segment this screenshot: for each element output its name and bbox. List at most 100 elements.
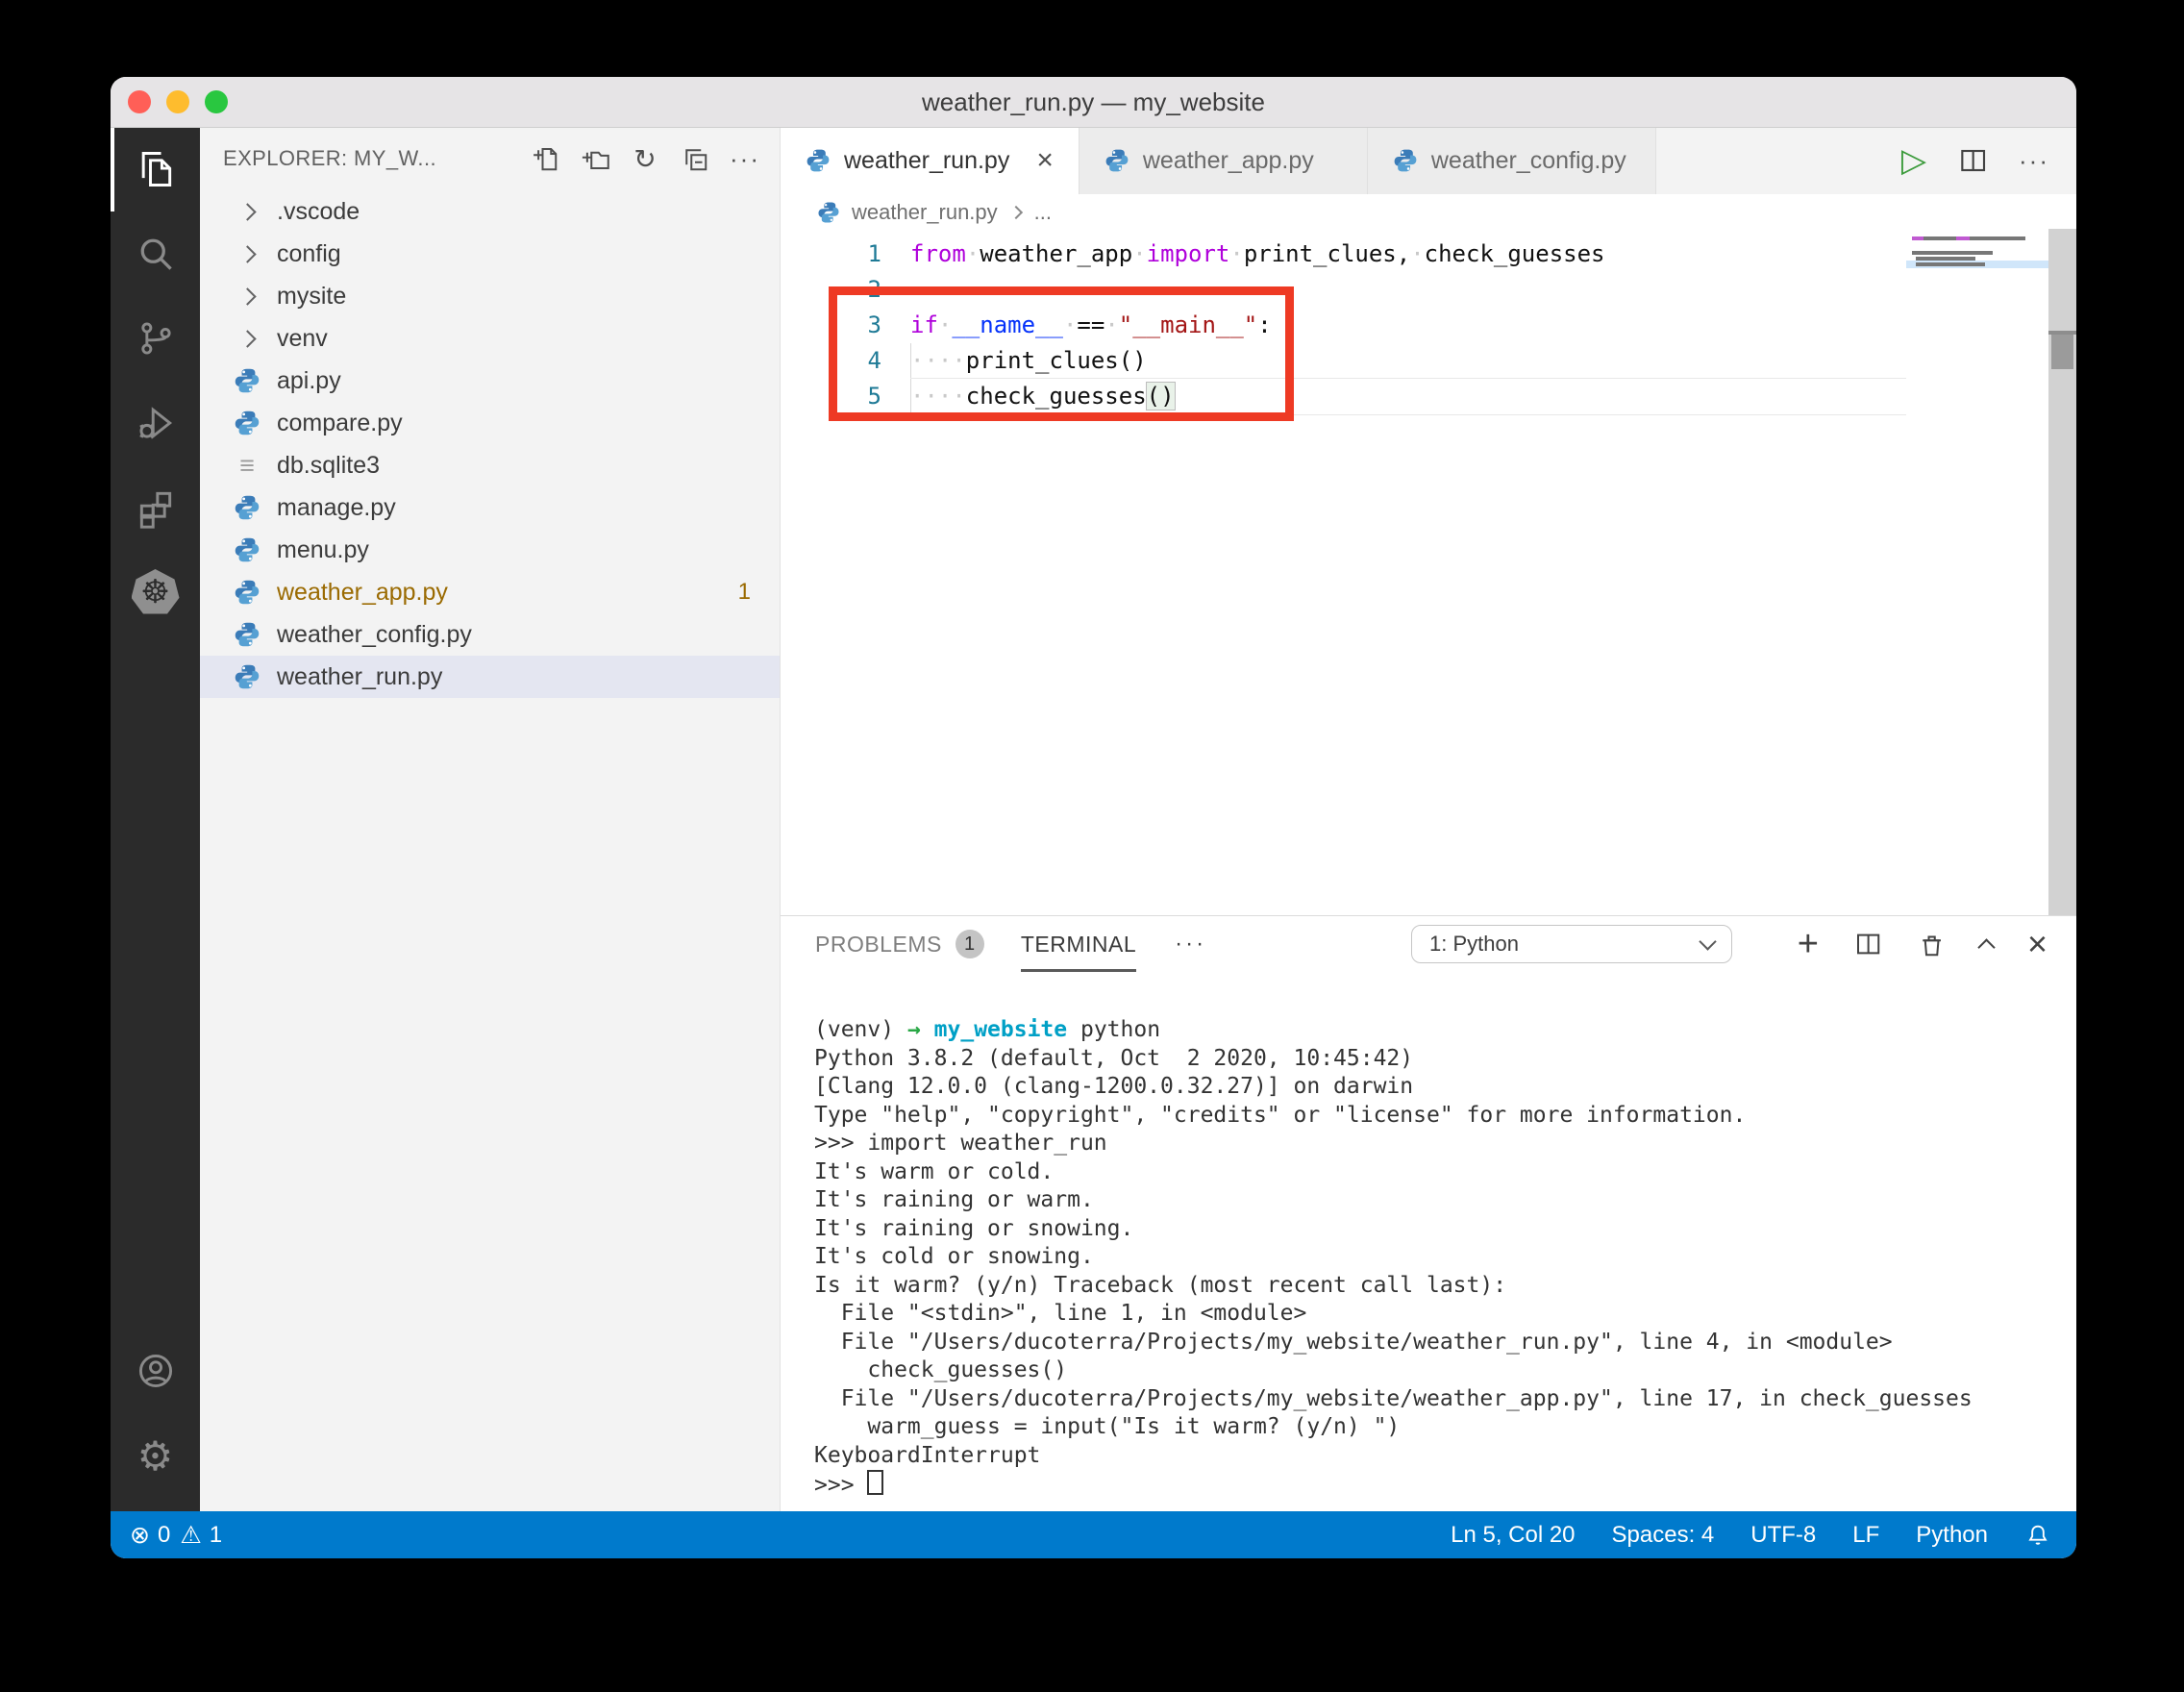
status-item[interactable]: Python: [1916, 1522, 1988, 1549]
more-actions-icon[interactable]: ···: [730, 143, 760, 174]
panel-tab-terminal[interactable]: TERMINAL: [1021, 916, 1136, 972]
file-row-api.py[interactable]: api.py: [200, 360, 780, 402]
new-terminal-icon[interactable]: +: [1798, 926, 1819, 962]
file-row-venv[interactable]: venv: [200, 317, 780, 360]
activity-extensions[interactable]: [111, 465, 200, 550]
terminal-line: Is it warm? (y/n) Traceback (most recent…: [814, 1272, 1507, 1298]
activity-explorer[interactable]: [111, 127, 200, 212]
close-tab-icon[interactable]: ×: [1036, 144, 1054, 177]
status-item[interactable]: Spaces: 4: [1612, 1522, 1715, 1549]
terminal-output[interactable]: (venv) → my_website python Python 3.8.2 (…: [814, 1016, 1973, 1501]
collapse-all-icon[interactable]: [680, 143, 710, 174]
breadcrumb-more[interactable]: ...: [1034, 200, 1052, 225]
status-item[interactable]: UTF-8: [1750, 1522, 1816, 1549]
terminal-line: It's cold or snowing.: [814, 1244, 1094, 1269]
account-icon[interactable]: [111, 1329, 200, 1413]
debug-icon: [135, 402, 177, 444]
refresh-icon[interactable]: ↻: [630, 143, 660, 174]
file-label: api.py: [277, 366, 341, 394]
panel-actions: + ×: [1798, 916, 2048, 972]
close-panel-icon[interactable]: ×: [2027, 927, 2048, 961]
problems-count-badge: 1: [955, 930, 984, 958]
tab-label: weather_config.py: [1430, 146, 1626, 174]
python-file-icon: [1393, 148, 1418, 173]
extensions-icon: [135, 486, 177, 529]
file-row-weather_config.py[interactable]: weather_config.py: [200, 613, 780, 656]
split-editor-icon[interactable]: [1957, 145, 1988, 176]
status-error-circle: ⊗ 0: [130, 1521, 171, 1549]
minimap[interactable]: [1906, 229, 2048, 915]
new-file-icon[interactable]: [530, 143, 560, 174]
bell-icon[interactable]: [2024, 1522, 2051, 1549]
line-content: from·weather_app·import·print_clues,·che…: [910, 240, 1605, 267]
settings-gear-icon[interactable]: ⚙: [111, 1413, 200, 1498]
breadcrumb[interactable]: weather_run.py ...: [781, 194, 2076, 231]
kill-terminal-icon[interactable]: [1917, 930, 1946, 958]
problems-badge: 1: [737, 579, 751, 605]
terminal-line: (venv) → my_website python: [814, 1017, 1161, 1042]
activity-bar: ☸ ⚙: [111, 127, 200, 1511]
file-row-weather_run.py[interactable]: weather_run.py: [200, 656, 780, 698]
tab-strip: weather_run.py × weather_app.py weather_c…: [781, 127, 1656, 194]
file-label: weather_app.py: [277, 578, 448, 606]
code-line-1[interactable]: 1 from·weather_app·import·print_clues,·ch…: [781, 236, 1906, 272]
file-row-manage.py[interactable]: manage.py: [200, 486, 780, 529]
terminal-line: Python 3.8.2 (default, Oct 2 2020, 10:45…: [814, 1045, 1414, 1071]
activity-kubernetes[interactable]: ☸: [111, 550, 200, 634]
file-label: db.sqlite3: [277, 451, 381, 479]
editor-scrollbar-thumb[interactable]: [2051, 335, 2073, 369]
split-terminal-icon[interactable]: [1853, 930, 1882, 958]
file-row-menu.py[interactable]: menu.py: [200, 529, 780, 571]
terminal-line: [Clang 12.0.0 (clang-1200.0.32.27)] on d…: [814, 1074, 1414, 1099]
folder-chevron-icon: [233, 324, 261, 353]
run-file-icon[interactable]: ▷: [1901, 144, 1926, 177]
terminal-line: File "/Users/ducoterra/Projects/my_websi…: [814, 1329, 1893, 1355]
file-row-.vscode[interactable]: .vscode: [200, 190, 780, 233]
terminal-line: It's raining or snowing.: [814, 1215, 1134, 1241]
file-row-mysite[interactable]: mysite: [200, 275, 780, 317]
activity-source-control[interactable]: [111, 296, 200, 381]
explorer-actions: ↻ ···: [530, 143, 760, 174]
file-tree: .vscode config mysite venv api.py compare.p…: [200, 190, 780, 698]
status-warning-triangle: ⚠ 1: [180, 1521, 223, 1549]
python-file-icon: [233, 620, 261, 649]
tab-weather_config.py[interactable]: weather_config.py: [1367, 127, 1656, 194]
file-row-config[interactable]: config: [200, 233, 780, 275]
terminal-line: It's raining or warm.: [814, 1187, 1094, 1212]
tab-weather_run.py[interactable]: weather_run.py ×: [781, 127, 1080, 194]
terminal-line: KeyboardInterrupt: [814, 1442, 1041, 1468]
activity-search[interactable]: [111, 212, 200, 296]
warning-triangle-icon: ⚠: [180, 1521, 202, 1549]
editor-more-actions-icon[interactable]: ···: [2019, 148, 2049, 173]
terminal-line: Type "help", "copyright", "credits" or "…: [814, 1102, 1747, 1128]
maximize-panel-icon[interactable]: [1977, 937, 1996, 957]
chevron-right-icon: [1008, 205, 1023, 220]
tab-weather_app.py[interactable]: weather_app.py: [1079, 127, 1368, 194]
python-file-icon: [233, 366, 261, 395]
file-row-weather_app.py[interactable]: weather_app.py 1: [200, 571, 780, 613]
python-file-icon: [233, 578, 261, 607]
status-bar: ⊗ 0 ⚠ 1 Ln 5, Col 20 Spaces: 4 UTF-8 LF Python: [111, 1511, 2076, 1558]
python-file-icon: [233, 662, 261, 691]
file-label: compare.py: [277, 409, 403, 436]
panel-tab-problems[interactable]: PROBLEMS 1: [815, 916, 984, 972]
status-item[interactable]: Ln 5, Col 20: [1451, 1522, 1575, 1549]
status-item[interactable]: LF: [1852, 1522, 1879, 1549]
vscode-window: weather_run.py — my_website ☸ ⚙ EXPLORER…: [111, 77, 2076, 1558]
terminal-line: warm_guess = input("Is it warm? (y/n) "): [814, 1414, 1401, 1439]
terminal-select[interactable]: 1: Python: [1411, 925, 1732, 963]
python-file-icon: [233, 535, 261, 564]
python-file-icon: [806, 148, 831, 173]
file-row-db.sqlite3[interactable]: ≡ db.sqlite3: [200, 444, 780, 486]
panel-more-icon[interactable]: ···: [1175, 931, 1206, 958]
new-folder-icon[interactable]: [580, 143, 610, 174]
terminal-cursor: [867, 1470, 884, 1495]
file-label: .vscode: [277, 197, 360, 225]
source-control-icon: [135, 317, 177, 360]
folder-chevron-icon: [233, 197, 261, 226]
breadcrumb-file[interactable]: weather_run.py: [852, 200, 998, 225]
bottom-panel: PROBLEMS 1 TERMINAL ··· 1: Python + × (v…: [781, 915, 2076, 1511]
file-row-compare.py[interactable]: compare.py: [200, 402, 780, 444]
activity-run-debug[interactable]: [111, 381, 200, 465]
status-problems[interactable]: ⊗ 0 ⚠ 1: [111, 1521, 222, 1550]
